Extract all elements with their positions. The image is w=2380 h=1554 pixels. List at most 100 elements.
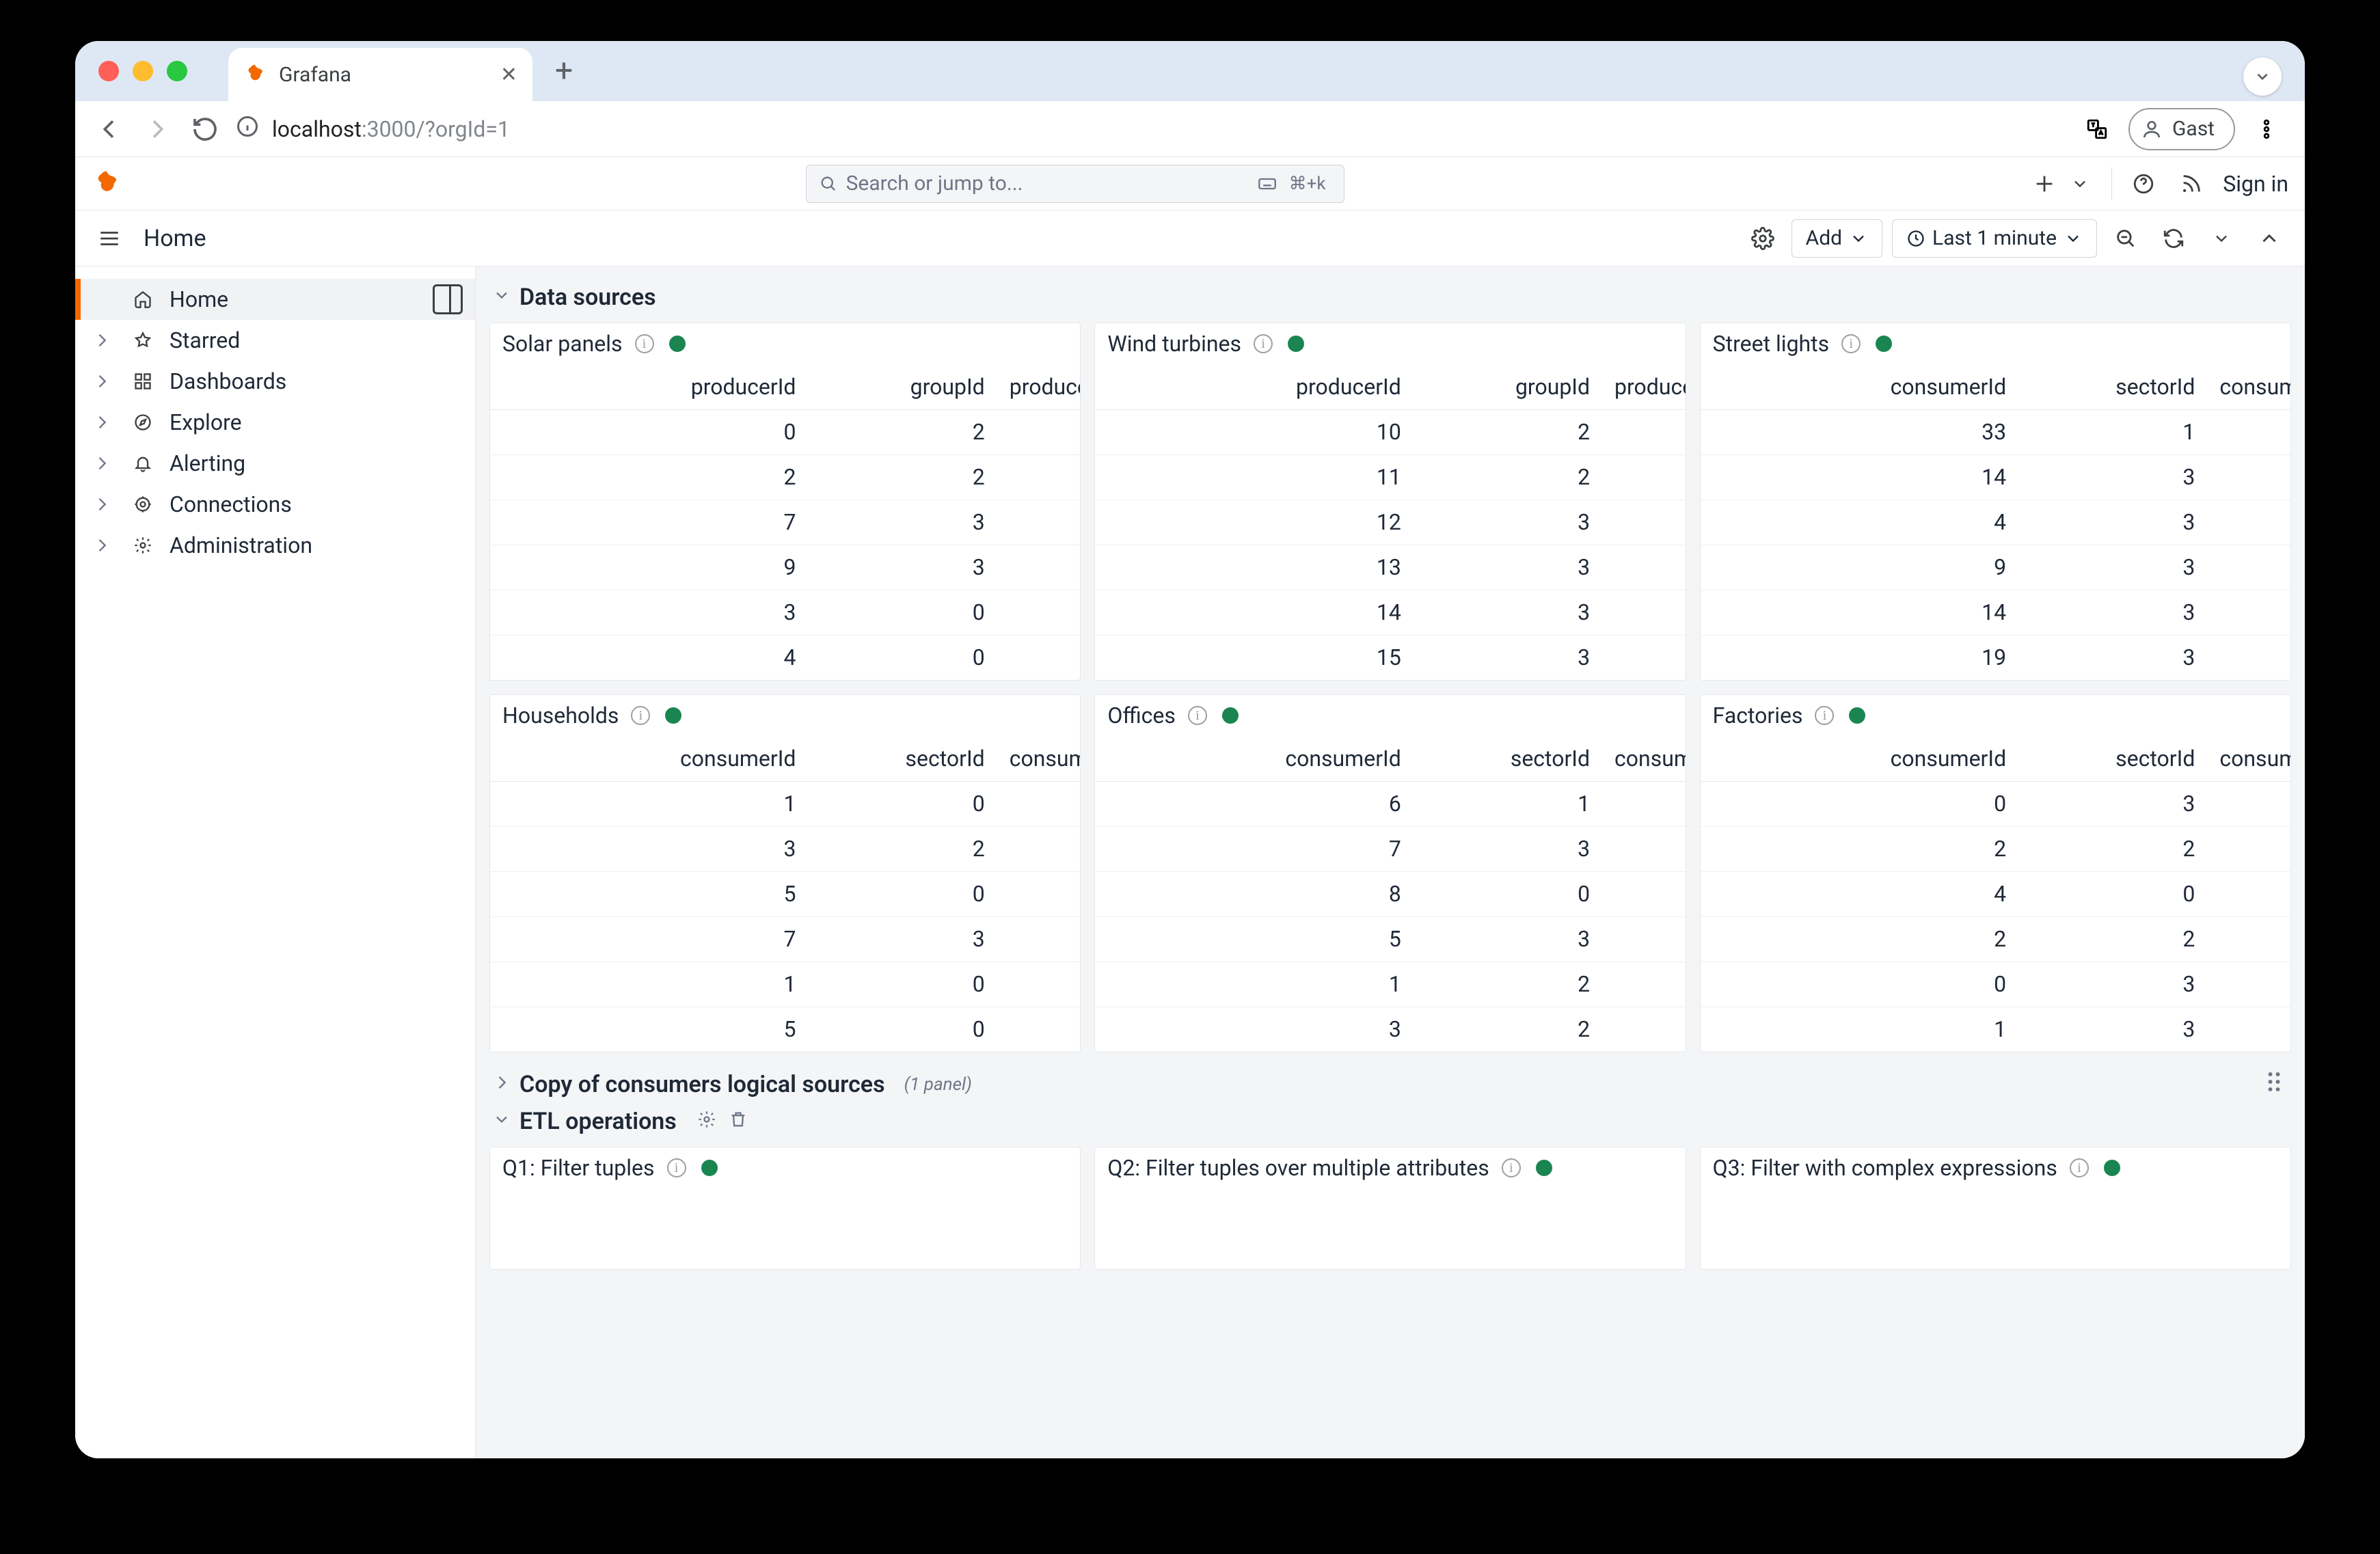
info-icon[interactable]: i — [1254, 334, 1273, 353]
profile-button[interactable]: Gast — [2128, 108, 2235, 150]
panel-header[interactable]: Street lightsi — [1701, 323, 2290, 364]
table-row[interactable]: 331 — [1701, 409, 2290, 454]
reload-button[interactable] — [187, 111, 223, 147]
panel-header[interactable]: Q3: Filter with complex expressionsi — [1701, 1147, 2290, 1188]
column-header[interactable]: consumerId — [490, 736, 820, 781]
panel[interactable]: Solar panelsiproducerIdgroupIdproducedPo… — [489, 323, 1081, 681]
column-header[interactable]: consumerId — [1095, 736, 1425, 781]
sidebar-item-explore[interactable]: Explore — [75, 402, 475, 443]
table-row[interactable]: 40 — [1701, 871, 2290, 916]
minimize-window-icon[interactable] — [133, 61, 153, 81]
settings-icon[interactable] — [1744, 219, 1782, 258]
help-icon[interactable] — [2127, 167, 2160, 200]
table-row[interactable]: 153 — [1095, 635, 1685, 680]
table-row[interactable]: 93 — [490, 545, 1080, 590]
table-row[interactable]: 32 — [490, 826, 1080, 871]
sidebar-item-dashboards[interactable]: Dashboards — [75, 361, 475, 402]
column-header[interactable]: groupId — [1426, 364, 1614, 409]
column-header[interactable]: sectorId — [2031, 364, 2219, 409]
menu-toggle-button[interactable] — [92, 221, 127, 256]
table-row[interactable]: 73 — [490, 500, 1080, 545]
translate-icon[interactable] — [2078, 110, 2116, 148]
column-header[interactable]: consumerId — [1701, 736, 2031, 781]
new-tab-button[interactable]: + — [541, 48, 587, 94]
info-icon[interactable]: i — [1841, 334, 1861, 353]
drag-handle-icon[interactable] — [2267, 1070, 2288, 1100]
table-row[interactable]: 02 — [490, 409, 1080, 454]
table-row[interactable]: 40 — [490, 635, 1080, 680]
table-row[interactable]: 143 — [1701, 454, 2290, 500]
table-row[interactable]: 10 — [490, 962, 1080, 1007]
browser-menu-icon[interactable] — [2247, 110, 2286, 148]
zoom-out-icon[interactable] — [2107, 219, 2145, 258]
panel[interactable]: Street lightsiconsumerIdsectorIdconsumed… — [1700, 323, 2291, 681]
table-row[interactable]: 53 — [1095, 916, 1685, 962]
table-row[interactable]: 43 — [1701, 500, 2290, 545]
table-row[interactable]: 80 — [1095, 871, 1685, 916]
chevron-down-icon[interactable] — [2064, 167, 2096, 200]
search-input[interactable]: Search or jump to... ⌘+k — [806, 165, 1344, 203]
column-header[interactable]: sectorId — [2031, 736, 2219, 781]
panel-header[interactable]: Q2: Filter tuples over multiple attribut… — [1095, 1147, 1685, 1188]
panel[interactable]: FactoriesiconsumerIdsectorIdconsumedPo03… — [1700, 694, 2291, 1052]
close-tab-icon[interactable]: ✕ — [500, 63, 517, 87]
add-panel-button[interactable]: Add — [1791, 219, 1882, 258]
column-header[interactable]: consumerId — [1701, 364, 2031, 409]
sidebar-item-alerting[interactable]: Alerting — [75, 443, 475, 484]
table-row[interactable]: 93 — [1701, 545, 2290, 590]
table-row[interactable]: 30 — [490, 590, 1080, 635]
add-button[interactable] — [2028, 167, 2061, 200]
table-row[interactable]: 32 — [1095, 1007, 1685, 1052]
grafana-logo-icon[interactable] — [92, 169, 122, 199]
panel[interactable]: Q1: Filter tuplesi — [489, 1147, 1081, 1270]
table-row[interactable]: 133 — [1095, 545, 1685, 590]
column-header[interactable]: sectorId — [1426, 736, 1614, 781]
column-header[interactable]: producerId — [1095, 364, 1425, 409]
column-header[interactable]: groupId — [820, 364, 1009, 409]
column-header[interactable]: consumedPo — [2219, 364, 2290, 409]
table-row[interactable]: 10 — [490, 781, 1080, 826]
info-icon[interactable]: i — [1815, 706, 1834, 725]
rss-icon[interactable] — [2175, 167, 2208, 200]
table-row[interactable]: 143 — [1095, 590, 1685, 635]
panel[interactable]: Q2: Filter tuples over multiple attribut… — [1094, 1147, 1686, 1270]
table-row[interactable]: 143 — [1701, 590, 2290, 635]
table-row[interactable]: 193 — [1701, 635, 2290, 680]
column-header[interactable]: producedPo — [1010, 364, 1081, 409]
panel-header[interactable]: Q1: Filter tuplesi — [490, 1147, 1080, 1188]
refresh-dropdown-icon[interactable] — [2202, 219, 2241, 258]
info-icon[interactable]: i — [667, 1158, 686, 1177]
table-row[interactable]: 22 — [490, 454, 1080, 500]
table-row[interactable]: 50 — [490, 1007, 1080, 1052]
site-info-icon[interactable] — [235, 114, 260, 144]
dock-icon[interactable] — [433, 284, 463, 314]
column-header[interactable]: producerId — [490, 364, 820, 409]
refresh-icon[interactable] — [2154, 219, 2193, 258]
sidebar-item-administration[interactable]: Administration — [75, 525, 475, 566]
panel-header[interactable]: Householdsi — [490, 695, 1080, 736]
collapse-icon[interactable] — [2250, 219, 2288, 258]
zoom-window-icon[interactable] — [167, 61, 187, 81]
table-row[interactable]: 112 — [1095, 454, 1685, 500]
panel-header[interactable]: Officesi — [1095, 695, 1685, 736]
panel[interactable]: Q3: Filter with complex expressionsi — [1700, 1147, 2291, 1270]
sidebar-item-connections[interactable]: Connections — [75, 484, 475, 525]
address-bar[interactable]: localhost:3000/?orgId=1 — [235, 114, 2066, 144]
info-icon[interactable]: i — [635, 334, 654, 353]
table-row[interactable]: 03 — [1701, 962, 2290, 1007]
window-controls[interactable] — [98, 61, 187, 81]
browser-tab[interactable]: Grafana ✕ — [228, 48, 532, 101]
table-row[interactable]: 13 — [1701, 1007, 2290, 1052]
column-header[interactable]: sectorId — [820, 736, 1009, 781]
close-window-icon[interactable] — [98, 61, 119, 81]
column-header[interactable]: consumedPo — [1614, 736, 1686, 781]
table-row[interactable]: 22 — [1701, 826, 2290, 871]
breadcrumb[interactable]: Home — [144, 225, 206, 252]
info-icon[interactable]: i — [1188, 706, 1207, 725]
info-icon[interactable]: i — [1502, 1158, 1521, 1177]
info-icon[interactable]: i — [2070, 1158, 2089, 1177]
chrome-expand-icon[interactable] — [2243, 57, 2282, 96]
table-row[interactable]: 61 — [1095, 781, 1685, 826]
time-range-button[interactable]: Last 1 minute — [1892, 219, 2097, 258]
panel-header[interactable]: Factoriesi — [1701, 695, 2290, 736]
